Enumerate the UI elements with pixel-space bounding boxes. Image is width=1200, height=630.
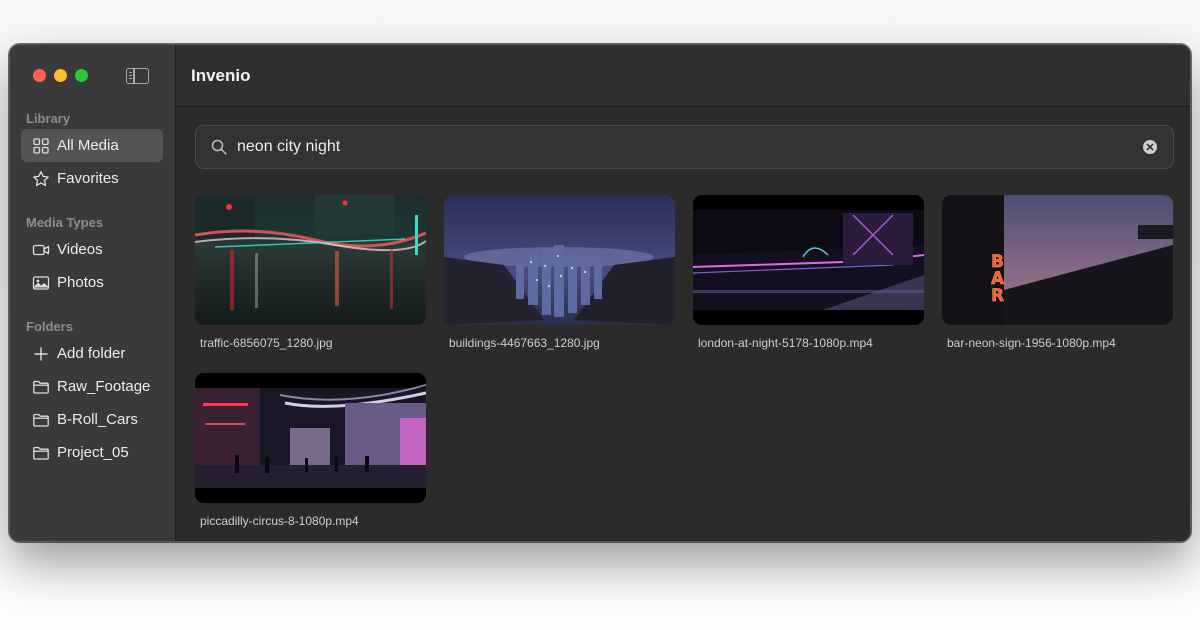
media-tile[interactable]: buildings-4467663_1280.jpg xyxy=(444,195,675,350)
sidebar-toggle-icon[interactable] xyxy=(126,68,149,84)
minimize-window-button[interactable] xyxy=(54,69,67,82)
sidebar-item-label: All Media xyxy=(57,137,119,154)
media-tile[interactable]: traffic-6856075_1280.jpg xyxy=(195,195,426,350)
media-thumbnail[interactable] xyxy=(693,195,924,325)
svg-text:R: R xyxy=(991,286,1004,306)
main-content: Invenio neon city night traffic-6856075_… xyxy=(176,45,1190,541)
section-label-media-types: Media Types xyxy=(26,215,104,230)
sidebar-item-raw-footage[interactable]: Raw_Footage xyxy=(21,370,163,403)
sidebar: Library All Media Favorites Media Types … xyxy=(10,45,176,541)
photo-icon xyxy=(32,274,50,292)
media-tile[interactable]: piccadilly-circus-8-1080p.mp4 xyxy=(195,373,426,528)
plus-icon xyxy=(32,345,50,363)
media-filename: bar-neon-sign-1956-1080p.mp4 xyxy=(947,336,1116,350)
search-input[interactable]: neon city night xyxy=(237,138,1142,156)
media-filename: london-at-night-5178-1080p.mp4 xyxy=(698,336,873,350)
sidebar-item-b-roll-cars[interactable]: B-Roll_Cars xyxy=(21,403,163,436)
app-window: Library All Media Favorites Media Types … xyxy=(9,44,1191,542)
sidebar-item-label: Project_05 xyxy=(57,444,129,461)
app-title: Invenio xyxy=(191,65,251,85)
folder-icon xyxy=(32,378,50,396)
grid-icon xyxy=(32,137,50,155)
section-label-folders: Folders xyxy=(26,319,73,334)
video-icon xyxy=(32,241,50,259)
section-label-library: Library xyxy=(26,111,71,126)
media-filename: buildings-4467663_1280.jpg xyxy=(449,336,600,350)
sidebar-item-favorites[interactable]: Favorites xyxy=(21,162,163,195)
window-controls xyxy=(33,69,88,82)
folder-icon xyxy=(32,411,50,429)
sidebar-item-videos[interactable]: Videos xyxy=(21,233,163,266)
clear-search-icon[interactable] xyxy=(1142,139,1158,155)
media-thumbnail[interactable] xyxy=(195,373,426,503)
media-filename: traffic-6856075_1280.jpg xyxy=(200,336,333,350)
sidebar-item-label: B-Roll_Cars xyxy=(57,411,138,428)
sidebar-item-label: Add folder xyxy=(57,345,126,362)
sidebar-item-label: Videos xyxy=(57,241,103,258)
media-tile[interactable]: B A R bar-neon-sign-1956-1080p.mp4 xyxy=(942,195,1173,350)
media-thumbnail[interactable] xyxy=(195,195,426,325)
sidebar-item-label: Raw_Footage xyxy=(57,378,151,395)
search-icon xyxy=(210,138,228,156)
title-bar: Invenio xyxy=(176,45,1190,107)
sidebar-item-project-05[interactable]: Project_05 xyxy=(21,436,163,469)
media-thumbnail[interactable] xyxy=(444,195,675,325)
desktop-background: Library All Media Favorites Media Types … xyxy=(0,0,1200,630)
folder-icon xyxy=(32,444,50,462)
sidebar-item-all-media[interactable]: All Media xyxy=(21,129,163,162)
search-field[interactable]: neon city night xyxy=(195,125,1174,169)
media-tile[interactable]: london-at-night-5178-1080p.mp4 xyxy=(693,195,924,350)
star-icon xyxy=(32,170,50,188)
sidebar-item-label: Photos xyxy=(57,274,104,291)
sidebar-item-photos[interactable]: Photos xyxy=(21,266,163,299)
media-thumbnail[interactable]: B A R xyxy=(942,195,1173,325)
media-filename: piccadilly-circus-8-1080p.mp4 xyxy=(200,514,359,528)
close-window-button[interactable] xyxy=(33,69,46,82)
zoom-window-button[interactable] xyxy=(75,69,88,82)
sidebar-item-label: Favorites xyxy=(57,170,119,187)
add-folder-button[interactable]: Add folder xyxy=(21,337,163,370)
